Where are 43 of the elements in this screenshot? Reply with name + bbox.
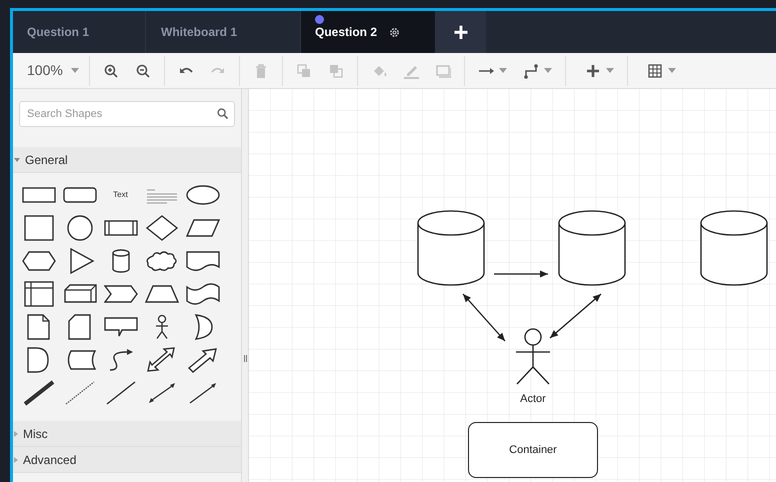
cylinder-shape[interactable] (417, 210, 485, 286)
internal-storage-shape-icon[interactable] (22, 280, 56, 306)
new-tab-button[interactable]: + (436, 11, 486, 53)
caret-icon (606, 68, 614, 73)
container-shape[interactable]: Container (468, 422, 598, 478)
diagram-canvas[interactable]: Actor Container (249, 89, 776, 482)
actor-label: Actor (519, 392, 547, 407)
cylinder-shape[interactable] (700, 210, 768, 286)
zoom-out-icon (134, 62, 151, 78)
send-to-back-icon (328, 62, 344, 78)
bring-to-front-icon (296, 62, 312, 78)
zoom-in-icon (102, 62, 119, 78)
caret-icon (668, 68, 676, 73)
tape-shape-icon[interactable] (186, 280, 220, 306)
caret-right-icon (14, 430, 18, 436)
cylinder-shape[interactable] (558, 210, 626, 286)
tab[interactable]: Question 2 (301, 11, 436, 53)
section-header[interactable]: Advanced (13, 447, 241, 473)
caret-icon (544, 68, 552, 73)
search-field[interactable]: Search Shapes (19, 101, 235, 127)
diamond-shape-icon[interactable] (144, 214, 178, 240)
double-arrow-connector[interactable] (462, 294, 506, 342)
zoom-dropdown[interactable]: 100% (23, 58, 83, 84)
table-icon (646, 62, 663, 78)
thick-line-icon[interactable] (22, 380, 56, 406)
caret-right-icon (14, 456, 18, 462)
caret-down-icon (14, 158, 20, 162)
plus-icon (584, 62, 601, 78)
gear-icon[interactable] (389, 26, 400, 38)
arrow-connector[interactable] (494, 270, 548, 278)
text-shape[interactable]: Text (113, 188, 128, 200)
shadow-icon (434, 62, 451, 78)
waypoint-connector-icon (522, 62, 539, 78)
square-shape-icon[interactable] (22, 214, 56, 240)
section-header[interactable]: Misc (13, 421, 241, 447)
block-arrow-icon[interactable] (186, 346, 220, 372)
section-header[interactable]: General (13, 147, 241, 173)
splitter-handle-icon[interactable] (244, 355, 246, 362)
double-arrow-connector[interactable] (550, 294, 602, 338)
caret-icon (498, 68, 507, 73)
search-icon (217, 108, 228, 119)
stick-figure[interactable] (515, 328, 551, 385)
caret-icon (70, 68, 79, 73)
